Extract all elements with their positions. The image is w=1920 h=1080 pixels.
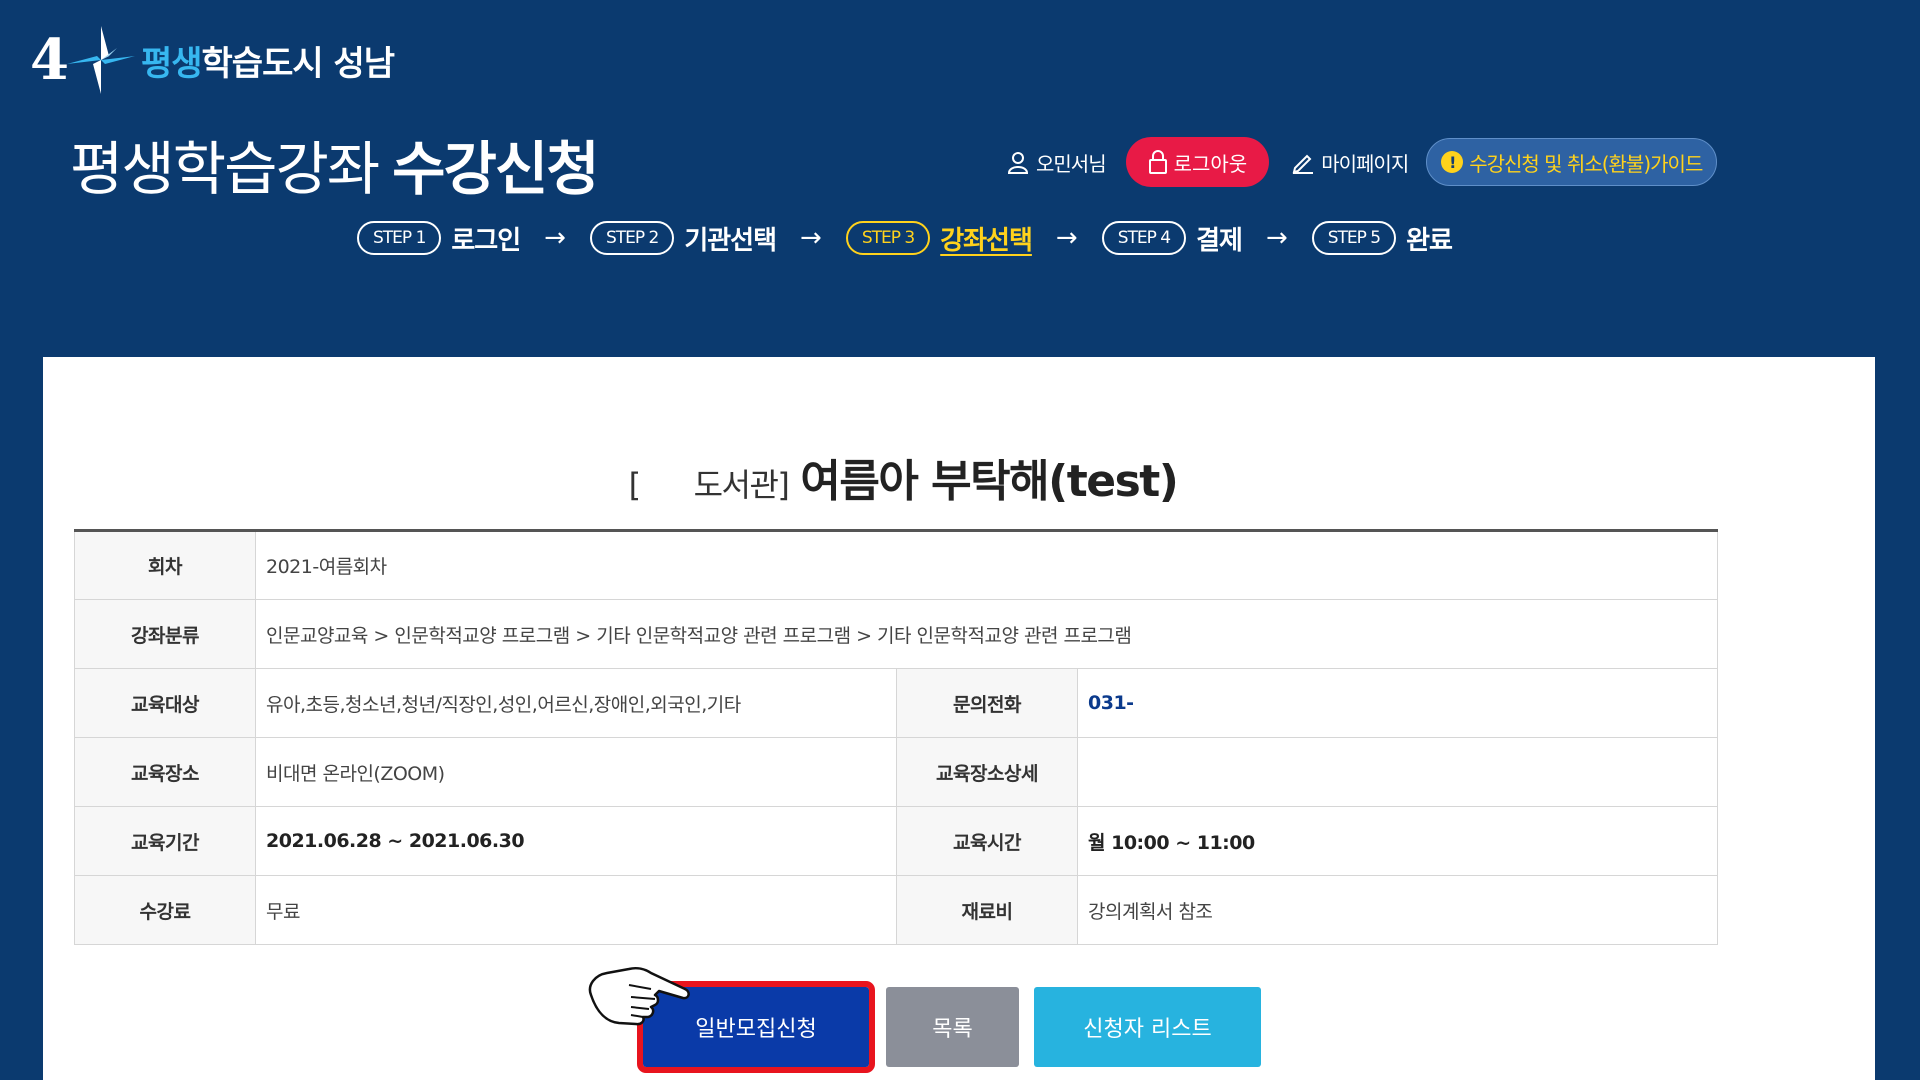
step-label: 완료 <box>1406 225 1453 256</box>
category-value: 인문교양교육 > 인문학적교양 프로그램 > 기타 인문학적교양 관련 프로그램… <box>254 599 1719 669</box>
list-button[interactable]: 목록 <box>886 987 1019 1067</box>
page-title-bold: 수강신청 <box>392 135 599 203</box>
logo-number: 4 <box>30 27 69 93</box>
place-label: 교육장소 <box>74 737 256 807</box>
material-value: 강의계획서 참조 <box>1076 875 1719 945</box>
step-5: STEP 5 완료 <box>1311 220 1453 257</box>
phone-value: 031- <box>1076 668 1719 738</box>
time-label: 교육시간 <box>896 806 1078 876</box>
place-value: 비대면 온라인(ZOOM) <box>255 737 897 807</box>
logo-text-highlight: 평생 <box>140 43 203 84</box>
user-icon <box>1007 152 1029 174</box>
step-label: 강좌선택 <box>940 225 1033 256</box>
session-value: 2021-여름회차 <box>254 530 1719 600</box>
step-badge: STEP 4 <box>1101 221 1187 255</box>
page-title: 평생학습강좌 수강신청 <box>70 122 600 206</box>
guide-button[interactable]: ! 수강신청 및 취소(환불)가이드 <box>1426 138 1718 186</box>
table-row: 교육기간 2021.06.28 ~ 2021.06.30 교육시간 월 10:0… <box>74 806 1719 876</box>
hand-pointer-icon <box>588 966 690 1026</box>
applicant-list-button[interactable]: 신청자 리스트 <box>1034 987 1261 1067</box>
action-buttons: 일반모집신청 목록 신청자 리스트 <box>43 966 1875 1077</box>
guide-label: 수강신청 및 취소(환불)가이드 <box>1469 151 1703 176</box>
logo-text-rest: 학습도시 성남 <box>201 43 396 84</box>
step-badge: STEP 1 <box>357 221 442 255</box>
step-2: STEP 2 기관선택 <box>589 220 777 257</box>
course-title: [ 도서관] 여름아 부탁해(test) <box>43 445 1763 509</box>
step-3-active: STEP 3 강좌선택 <box>845 220 1033 257</box>
logo-text: 평생학습도시 성남 <box>140 36 396 85</box>
table-row: 강좌분류 인문교양교육 > 인문학적교양 프로그램 > 기타 인문학적교양 관련… <box>74 599 1719 669</box>
step-4: STEP 4 결제 <box>1101 220 1243 257</box>
fee-value: 무료 <box>255 875 897 945</box>
session-label: 회차 <box>74 530 256 600</box>
mypage-label: 마이페이지 <box>1321 151 1409 176</box>
user-nav: 오민서님 로그아웃 마이페이지 ! 수강신청 및 취소(환불)가이드 <box>1006 137 1718 187</box>
course-org: [ 도서관] <box>628 466 790 504</box>
period-label: 교육기간 <box>74 806 256 876</box>
phone-label: 문의전화 <box>896 668 1078 738</box>
lock-icon <box>1148 150 1167 174</box>
course-detail-card: [ 도서관] 여름아 부탁해(test) 회차 2021-여름회차 강좌분류 인문교… <box>43 357 1875 1080</box>
table-row: 회차 2021-여름회차 <box>74 530 1719 600</box>
pencil-icon <box>1292 154 1314 174</box>
step-badge: STEP 5 <box>1311 221 1397 255</box>
table-row: 교육장소 비대면 온라인(ZOOM) 교육장소상세 <box>74 737 1719 807</box>
exclamation-icon: ! <box>1441 151 1464 173</box>
step-arrow-icon: → <box>1055 223 1078 253</box>
mypage-link[interactable]: 마이페이지 <box>1291 148 1409 177</box>
step-arrow-icon: → <box>800 223 822 253</box>
category-label: 강좌분류 <box>74 599 256 669</box>
site-logo[interactable]: 4 평생학습도시 성남 <box>30 22 396 98</box>
step-arrow-icon: → <box>544 223 566 253</box>
target-value: 유아,초등,청소년,청년/직장인,성인,어르신,장애인,외국인,기타 <box>255 668 897 738</box>
material-label: 재료비 <box>896 875 1078 945</box>
course-org-bracket: [ <box>628 466 641 504</box>
logo-pinwheel-icon <box>66 26 135 94</box>
logout-button[interactable]: 로그아웃 <box>1125 137 1270 187</box>
step-badge: STEP 3 <box>845 221 931 255</box>
step-label: 결제 <box>1196 225 1243 256</box>
user-name-label: 오민서님 <box>1036 151 1107 176</box>
table-row: 수강료 무료 재료비 강의계획서 참조 <box>74 875 1719 945</box>
place-detail-label: 교육장소상세 <box>896 737 1078 807</box>
step-badge: STEP 2 <box>589 221 675 255</box>
table-row: 교육대상 유아,초등,청소년,청년/직장인,성인,어르신,장애인,외국인,기타 … <box>74 668 1719 738</box>
course-name: 여름아 부탁해(test) <box>800 456 1179 507</box>
step-label: 로그인 <box>451 225 521 256</box>
course-org-name: 도서관] <box>693 466 790 504</box>
fee-label: 수강료 <box>74 875 256 945</box>
step-1: STEP 1 로그인 <box>357 220 521 257</box>
time-value: 월 10:00 ~ 11:00 <box>1076 806 1719 876</box>
place-detail-value <box>1076 737 1719 807</box>
course-info-table: 회차 2021-여름회차 강좌분류 인문교양교육 > 인문학적교양 프로그램 >… <box>74 529 1719 945</box>
page-title-light: 평생학습강좌 <box>70 135 380 203</box>
user-name: 오민서님 <box>1006 148 1107 177</box>
target-label: 교육대상 <box>74 668 256 738</box>
step-progress: STEP 1 로그인 → STEP 2 기관선택 → STEP 3 강좌선택 →… <box>357 218 1453 258</box>
step-label: 기관선택 <box>684 225 777 256</box>
logout-label: 로그아웃 <box>1173 151 1248 176</box>
period-value: 2021.06.28 ~ 2021.06.30 <box>255 806 897 876</box>
step-arrow-icon: → <box>1265 223 1288 253</box>
